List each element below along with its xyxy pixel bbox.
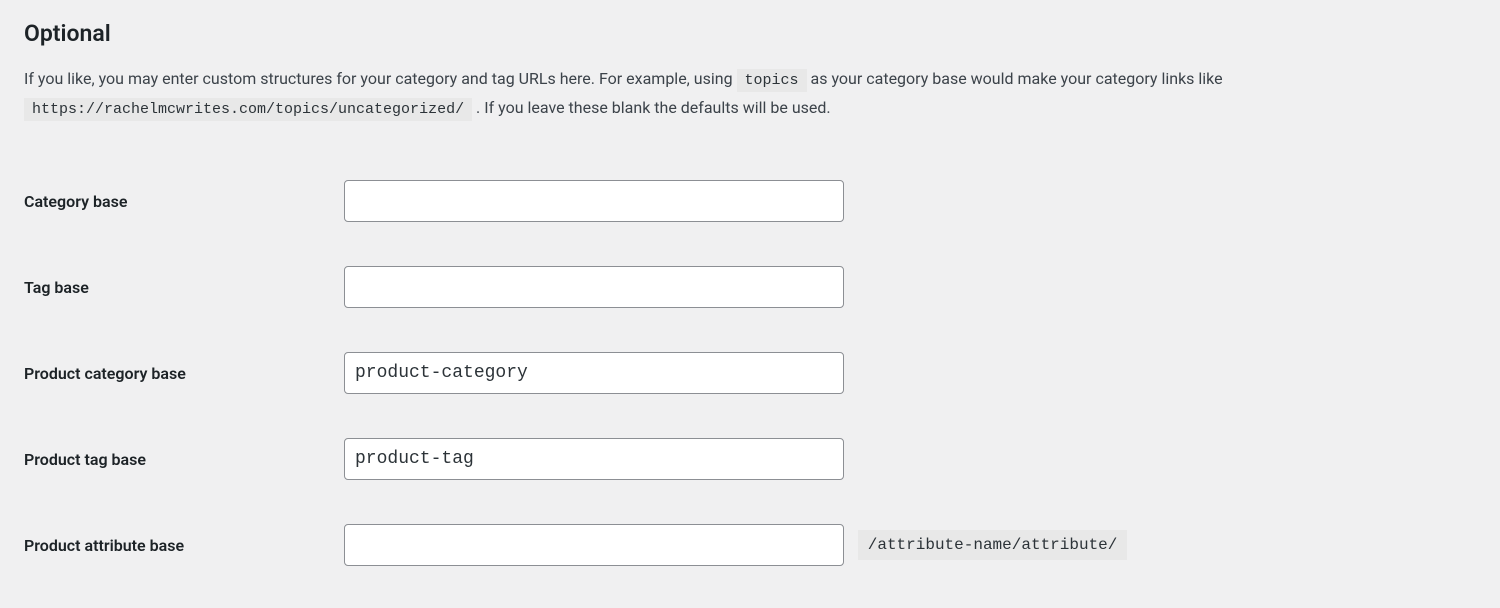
row-product-category-base: Product category base <box>24 330 1476 416</box>
input-tag-base[interactable] <box>344 266 844 308</box>
description-text-1: If you like, you may enter custom struct… <box>24 69 737 88</box>
description-code-topics: topics <box>737 69 807 92</box>
optional-settings-table: Category base Tag base Product category … <box>24 158 1476 588</box>
row-tag-base: Tag base <box>24 244 1476 330</box>
section-description: If you like, you may enter custom struct… <box>24 65 1476 122</box>
description-text-2: as your category base would make your ca… <box>811 69 1223 88</box>
label-tag-base: Tag base <box>24 244 344 330</box>
label-product-attribute-base: Product attribute base <box>24 502 344 588</box>
row-product-tag-base: Product tag base <box>24 416 1476 502</box>
label-category-base: Category base <box>24 158 344 244</box>
input-product-tag-base[interactable] <box>344 438 844 480</box>
product-attribute-base-suffix: /attribute-name/attribute/ <box>858 530 1128 560</box>
input-product-category-base[interactable] <box>344 352 844 394</box>
section-heading: Optional <box>24 20 1476 47</box>
label-product-tag-base: Product tag base <box>24 416 344 502</box>
input-category-base[interactable] <box>344 180 844 222</box>
input-product-attribute-base[interactable] <box>344 524 844 566</box>
row-product-attribute-base: Product attribute base /attribute-name/a… <box>24 502 1476 588</box>
row-category-base: Category base <box>24 158 1476 244</box>
label-product-category-base: Product category base <box>24 330 344 416</box>
description-code-url: https://rachelmcwrites.com/topics/uncate… <box>24 98 472 121</box>
description-text-3: . If you leave these blank the defaults … <box>476 98 831 117</box>
